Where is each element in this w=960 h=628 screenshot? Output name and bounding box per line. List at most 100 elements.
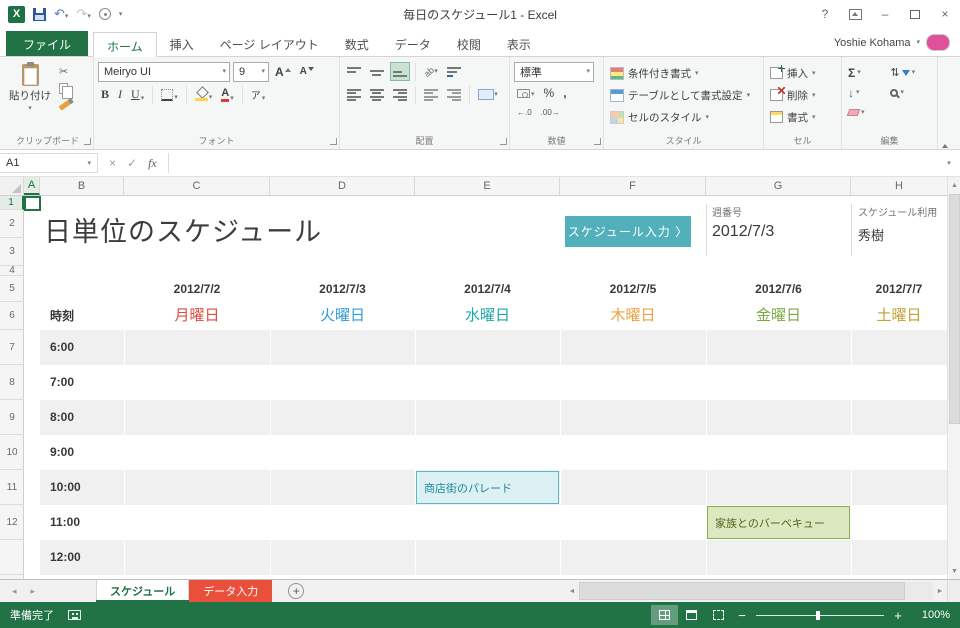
date-cell-thu[interactable]: 2012/7/5 [560, 276, 706, 302]
schedule-input-button[interactable]: スケジュール入力 〉 [565, 216, 691, 247]
row-header-3[interactable]: 3 [0, 238, 24, 266]
customize-qat-icon[interactable]: ▾ [119, 11, 123, 18]
hour-row-6[interactable] [40, 330, 947, 365]
column-header-h[interactable]: H [851, 177, 947, 195]
row-header-8[interactable]: 8 [0, 365, 24, 400]
increase-indent-button[interactable] [444, 85, 464, 104]
column-header-e[interactable]: E [415, 177, 560, 195]
align-bottom-button[interactable] [390, 62, 410, 81]
row-header-13[interactable] [0, 540, 24, 575]
decrease-decimal-button[interactable]: .00→ [538, 107, 563, 118]
week-number-block[interactable]: 週番号 2012/7/3 [712, 204, 842, 241]
increase-decimal-button[interactable]: ←.0 [514, 107, 535, 118]
cell-styles-button[interactable]: セルのスタイル ▾ [608, 106, 759, 128]
comma-style-button[interactable]: , [560, 85, 569, 101]
sort-filter-button[interactable]: ⇅ ▾ [890, 64, 931, 81]
align-top-button[interactable] [344, 62, 364, 81]
maximize-button[interactable] [900, 0, 930, 28]
help-button[interactable]: ? [810, 0, 840, 28]
new-sheet-button[interactable]: + [288, 583, 305, 599]
time-cell-600[interactable]: 6:00 [40, 330, 124, 365]
row-header-11[interactable]: 11 [0, 470, 24, 505]
collapse-ribbon-button[interactable] [942, 130, 948, 148]
page-layout-view-button[interactable] [678, 605, 705, 625]
column-header-b[interactable]: B [40, 177, 124, 195]
row-header-5[interactable]: 5 [0, 276, 24, 302]
fill-button[interactable]: ↓ ▾ [848, 84, 880, 101]
date-cell-tue[interactable]: 2012/7/3 [270, 276, 415, 302]
align-right-button[interactable] [390, 85, 410, 104]
undo-button[interactable]: ↶▾ [54, 7, 68, 21]
underline-button[interactable]: U ▾ [128, 86, 147, 103]
schedule-title[interactable]: 日単位のスケジュール [44, 210, 322, 254]
zoom-slider[interactable] [756, 610, 884, 620]
wrap-text-button[interactable] [444, 62, 464, 81]
time-cell-700[interactable]: 7:00 [40, 365, 124, 400]
number-dialog-launcher-icon[interactable] [594, 138, 601, 145]
currency-format-button[interactable]: ▾ [514, 88, 538, 99]
row-header-1[interactable]: 1 [0, 196, 24, 210]
formula-input[interactable] [169, 153, 938, 173]
borders-button[interactable]: ▾ [158, 88, 181, 102]
time-cell-800[interactable]: 8:00 [40, 400, 124, 435]
time-cell-900[interactable]: 9:00 [40, 435, 124, 470]
scroll-right-icon[interactable]: ► [933, 582, 947, 600]
decrease-font-size-button[interactable]: A [297, 65, 317, 78]
italic-button[interactable]: I [115, 86, 125, 103]
row-header-6[interactable]: 6 [0, 302, 24, 330]
row-header-9[interactable]: 9 [0, 400, 24, 435]
insert-function-icon[interactable]: fx [148, 156, 157, 171]
tab-formulas[interactable]: 数式 [332, 31, 382, 56]
sheet-nav-left-icon[interactable]: ◂ [12, 586, 17, 597]
time-cell-1200[interactable]: 12:00 [40, 540, 124, 575]
close-button[interactable]: × [930, 0, 960, 28]
select-all-corner[interactable] [0, 177, 24, 195]
column-header-d[interactable]: D [270, 177, 415, 195]
tab-page-layout[interactable]: ページ レイアウト [207, 31, 332, 56]
insert-cells-button[interactable]: 挿入 ▾ [768, 62, 837, 84]
time-column-header[interactable]: 時刻 [40, 302, 124, 330]
scroll-left-icon[interactable]: ◄ [565, 582, 579, 600]
row-header-4[interactable]: 4 [0, 266, 24, 276]
avatar[interactable] [926, 34, 950, 51]
sheet-nav-right-icon[interactable]: ▸ [31, 586, 36, 597]
conditional-formatting-button[interactable]: 条件付き書式 ▾ [608, 62, 759, 84]
time-cell-1000[interactable]: 10:00 [40, 470, 124, 505]
vertical-scrollbar[interactable]: ▲ ▼ [947, 177, 960, 579]
event-bbq[interactable]: 家族とのバーベキュー [707, 506, 850, 539]
cancel-entry-icon[interactable]: × [109, 156, 116, 170]
zoom-in-button[interactable]: + [888, 608, 908, 623]
ribbon-display-options-button[interactable] [840, 0, 870, 28]
day-cell-thu[interactable]: 木曜日 [560, 302, 706, 330]
name-box[interactable]: A1 ▾ [0, 153, 98, 173]
day-cell-mon[interactable]: 月曜日 [124, 302, 270, 330]
tab-home[interactable]: ホーム [93, 32, 157, 57]
format-cells-button[interactable]: 書式 ▾ [768, 106, 837, 128]
excel-logo-icon[interactable]: X [8, 5, 25, 23]
bold-button[interactable]: B [98, 86, 112, 103]
expand-formula-bar-icon[interactable]: ▾ [938, 153, 960, 173]
cut-button[interactable]: ✂ [59, 65, 70, 78]
enter-entry-icon[interactable]: ✓ [127, 156, 137, 170]
align-middle-button[interactable] [367, 62, 387, 81]
percent-style-button[interactable]: % [541, 85, 558, 101]
scroll-down-icon[interactable]: ▼ [948, 563, 960, 579]
phonetic-guide-button[interactable]: ア ▾ [248, 86, 269, 103]
page-break-view-button[interactable] [705, 605, 732, 625]
sheet-tab-schedule[interactable]: スケジュール [96, 580, 190, 602]
horizontal-scroll-thumb[interactable] [579, 582, 905, 600]
event-parade[interactable]: 商店街のパレード [416, 471, 559, 504]
redo-button[interactable]: ↷▾ [76, 7, 90, 21]
row-header-12[interactable]: 12 [0, 505, 24, 540]
tab-file[interactable]: ファイル [6, 31, 89, 56]
alignment-dialog-launcher-icon[interactable] [500, 138, 507, 145]
hour-row-8[interactable] [40, 400, 947, 435]
fill-color-button[interactable]: ▾ [192, 87, 216, 102]
clear-button[interactable]: ▾ [846, 104, 880, 121]
font-color-button[interactable]: A ▾ [218, 86, 236, 103]
format-painter-button[interactable] [58, 99, 71, 112]
format-as-table-button[interactable]: テーブルとして書式設定 ▾ [608, 84, 759, 106]
day-cell-wed[interactable]: 水曜日 [415, 302, 560, 330]
clipboard-dialog-launcher-icon[interactable] [84, 138, 91, 145]
number-format-combo[interactable]: 標準 ▾ [514, 61, 594, 82]
